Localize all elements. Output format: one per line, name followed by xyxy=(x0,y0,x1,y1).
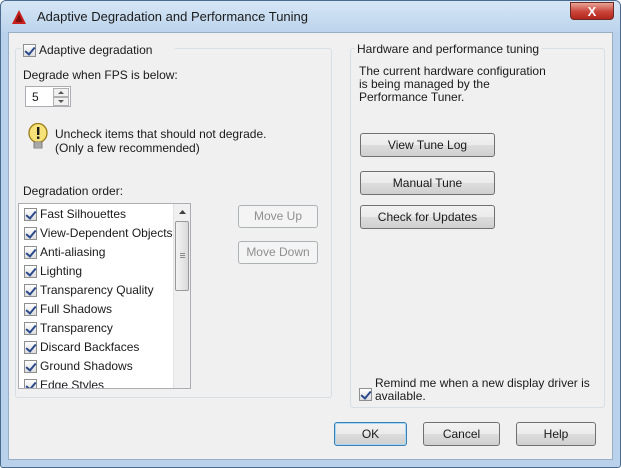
item-checkbox[interactable] xyxy=(24,246,37,259)
item-checkbox[interactable] xyxy=(24,379,37,388)
lightbulb-icon xyxy=(28,123,48,149)
item-checkbox[interactable] xyxy=(24,227,37,240)
arrow-up-icon xyxy=(58,91,64,94)
hardware-desc-line-3: Performance Tuner. xyxy=(359,90,465,104)
move-down-button[interactable]: Move Down xyxy=(238,241,318,264)
title-bar: Adaptive Degradation and Performance Tun… xyxy=(1,1,620,32)
degradation-order-label: Degradation order: xyxy=(23,184,124,198)
item-label: Lighting xyxy=(40,264,83,278)
item-checkbox[interactable] xyxy=(24,303,37,316)
scroll-up-arrow[interactable] xyxy=(174,204,190,221)
item-label: Fast Silhouettes xyxy=(40,207,127,221)
fps-label: Degrade when FPS is below: xyxy=(23,68,178,82)
remind-driver-line-1: Remind me when a new display driver is xyxy=(375,376,590,390)
hardware-desc-line-1: The current hardware configuration xyxy=(359,64,546,78)
check-for-updates-button[interactable]: Check for Updates xyxy=(360,205,495,229)
grip-line xyxy=(180,255,185,256)
item-checkbox[interactable] xyxy=(24,322,37,335)
remind-driver-check[interactable] xyxy=(359,388,372,401)
item-label: View-Dependent Objects xyxy=(40,226,173,240)
scroll-thumb[interactable] xyxy=(175,221,189,291)
ok-button[interactable]: OK xyxy=(334,422,407,446)
grip-line xyxy=(180,257,185,258)
item-checkbox[interactable] xyxy=(24,341,37,354)
dialog-body: Adaptive degradation Degrade when FPS is… xyxy=(8,32,613,460)
item-label: Full Shadows xyxy=(40,302,113,316)
adaptive-degradation-check[interactable] xyxy=(23,44,36,57)
item-checkbox[interactable] xyxy=(24,208,37,221)
remind-driver-line-2: available. xyxy=(375,389,426,403)
window-title: Adaptive Degradation and Performance Tun… xyxy=(37,9,309,24)
list-scrollbar[interactable] xyxy=(173,204,190,388)
item-label: Discard Backfaces xyxy=(40,340,140,354)
adaptive-degradation-checkbox[interactable]: Adaptive degradation xyxy=(21,42,175,58)
item-label: Transparency Quality xyxy=(40,283,154,297)
fps-spinner-up[interactable] xyxy=(53,88,69,97)
hardware-tuning-title: Hardware and performance tuning xyxy=(355,42,543,56)
move-up-button[interactable]: Move Up xyxy=(238,205,318,228)
dialog-window: Adaptive Degradation and Performance Tun… xyxy=(0,0,621,468)
remind-driver-checkbox[interactable]: Remind me when a new display driver is a… xyxy=(359,376,599,406)
tip-line-1: Uncheck items that should not degrade. xyxy=(55,127,267,141)
fps-value: 5 xyxy=(32,90,39,104)
adaptive-degradation-label: Adaptive degradation xyxy=(39,43,153,57)
cancel-button[interactable]: Cancel xyxy=(423,422,500,446)
item-checkbox[interactable] xyxy=(24,284,37,297)
hardware-desc-line-2: is being managed by the xyxy=(359,77,490,91)
manual-tune-button[interactable]: Manual Tune xyxy=(360,171,495,195)
item-checkbox[interactable] xyxy=(24,360,37,373)
degradation-order-list[interactable]: Fast Silhouettes View-Dependent Objects … xyxy=(18,203,191,389)
autocad-icon xyxy=(12,10,26,24)
close-button[interactable]: X xyxy=(570,2,614,20)
fps-spinner[interactable]: 5 xyxy=(25,86,71,107)
arrow-up-icon xyxy=(179,210,186,214)
item-label: Ground Shadows xyxy=(40,359,133,373)
fps-spinner-down[interactable] xyxy=(53,97,69,106)
arrow-down-icon xyxy=(58,100,64,103)
tip-line-2: (Only a few recommended) xyxy=(55,141,200,155)
item-label: Transparency xyxy=(40,321,113,335)
view-tune-log-button[interactable]: View Tune Log xyxy=(360,133,495,157)
help-button[interactable]: Help xyxy=(516,422,596,446)
item-checkbox[interactable] xyxy=(24,265,37,278)
item-label: Anti-aliasing xyxy=(40,245,106,259)
item-label: Edge Styles xyxy=(40,378,105,389)
grip-line xyxy=(180,253,185,254)
